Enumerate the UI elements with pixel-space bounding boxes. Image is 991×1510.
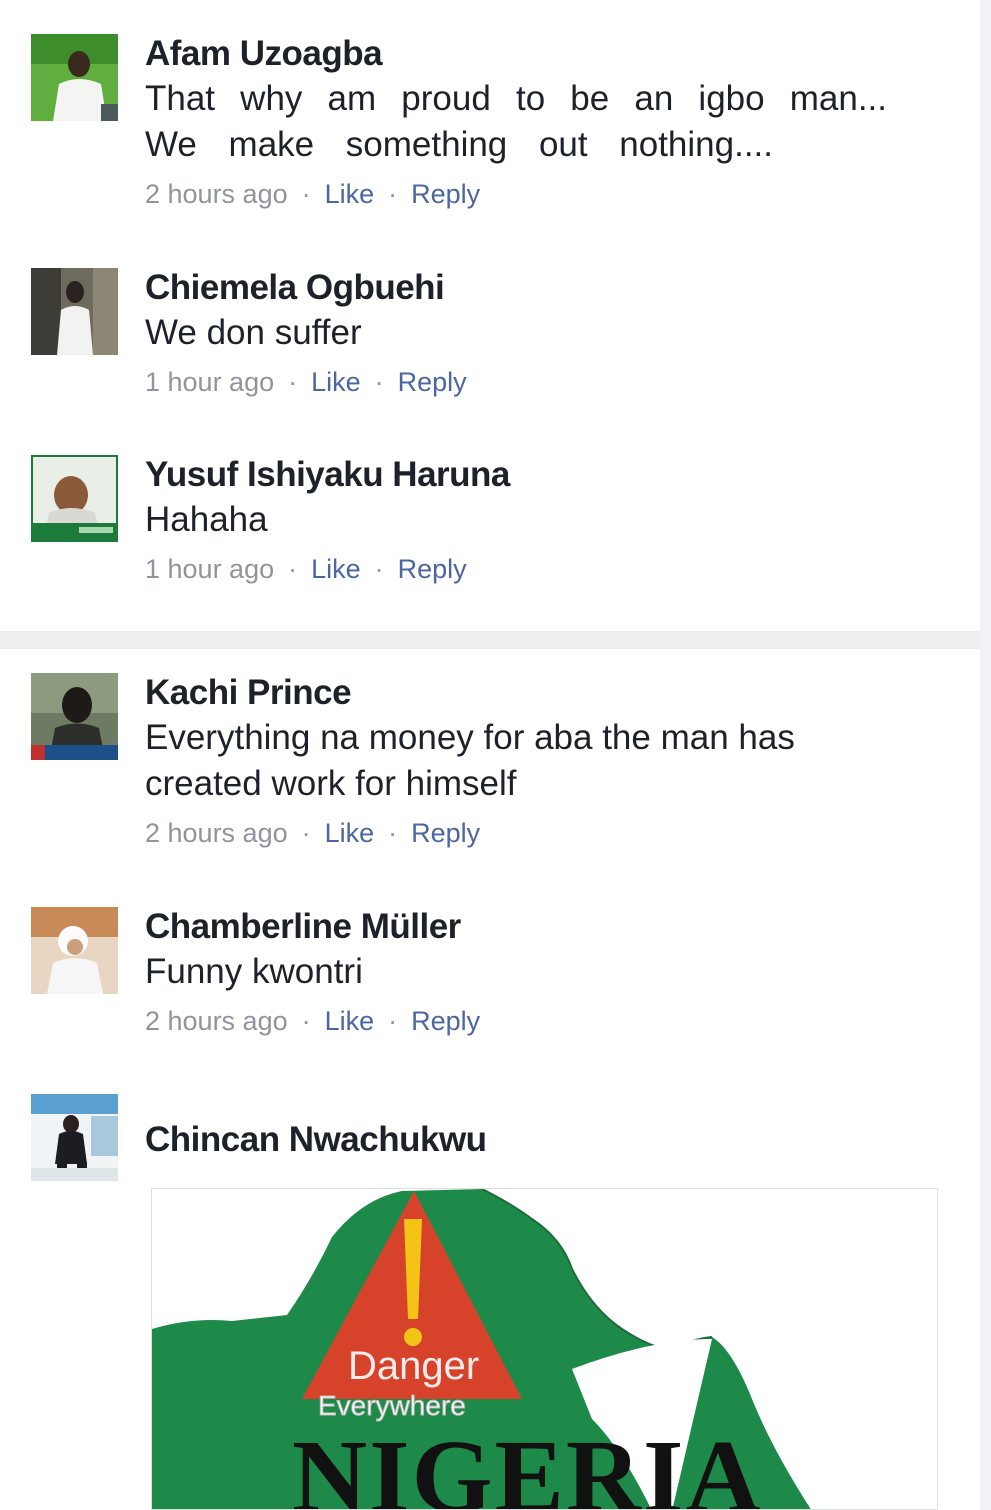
like-link[interactable]: Like [325,1006,375,1036]
comment-text: Hahaha [145,500,268,539]
comment-meta: 1 hour ago · Like · Reply [145,366,945,398]
dot-separator-icon: · [374,367,384,397]
avatar[interactable] [31,34,118,121]
everywhere-text: Everywhere [318,1390,466,1421]
like-link[interactable]: Like [311,554,361,584]
comment-attachment-image[interactable]: Danger Everywhere NIGERIA [151,1188,938,1510]
reply-link[interactable]: Reply [398,367,467,397]
like-link[interactable]: Like [325,179,375,209]
comment-text-line: Everything na money for aba the man has [145,718,795,757]
comment-text: Funny kwontri [145,952,363,991]
comment-author[interactable]: Chincan Nwachukwu [145,1120,945,1160]
comment-author[interactable]: Afam Uzoagba [145,34,945,74]
comment-author[interactable]: Chiemela Ogbuehi [145,268,945,308]
dot-separator-icon: · [301,1006,311,1036]
nigeria-text: NIGERIA [292,1419,763,1510]
comment-time[interactable]: 2 hours ago [145,1006,288,1036]
comment-author[interactable]: Yusuf Ishiyaku Haruna [145,455,945,495]
comment-text-line: We make something out nothing.... [145,125,773,164]
comment-time[interactable]: 1 hour ago [145,367,274,397]
reply-link[interactable]: Reply [398,554,467,584]
avatar[interactable] [31,907,118,994]
reply-link[interactable]: Reply [411,818,480,848]
comment-time[interactable]: 2 hours ago [145,818,288,848]
dot-separator-icon: · [388,818,398,848]
avatar[interactable] [31,1094,118,1181]
comment-text: We don suffer [145,313,362,352]
section-divider [0,631,980,649]
like-link[interactable]: Like [325,818,375,848]
like-link[interactable]: Like [311,367,361,397]
dot-separator-icon: · [301,818,311,848]
comment-meta: 2 hours ago · Like · Reply [145,817,945,849]
comment-text: That why am proud to be an igbo man... W… [145,76,887,168]
dot-separator-icon: · [388,179,398,209]
comment-author[interactable]: Chamberline Müller [145,907,945,947]
dot-separator-icon: · [288,554,298,584]
comment-time[interactable]: 2 hours ago [145,179,288,209]
comment-time[interactable]: 1 hour ago [145,554,274,584]
reply-link[interactable]: Reply [411,1006,480,1036]
comment-text-line: That why am proud to be an igbo man... [145,79,887,118]
dot-separator-icon: · [374,554,384,584]
avatar[interactable] [31,268,118,355]
comment-meta: 2 hours ago · Like · Reply [145,178,945,210]
comment-text: Everything na money for aba the man has … [145,715,945,807]
reply-link[interactable]: Reply [411,179,480,209]
avatar[interactable] [31,673,118,760]
comment-meta: 1 hour ago · Like · Reply [145,553,945,585]
comment-text-line: created work for himself [145,764,517,803]
page-right-edge [980,0,991,1510]
comment-author[interactable]: Kachi Prince [145,673,945,713]
danger-text: Danger [348,1344,479,1388]
dot-separator-icon: · [388,1006,398,1036]
dot-separator-icon: · [301,179,311,209]
dot-separator-icon: · [288,367,298,397]
avatar[interactable] [31,455,118,542]
comment-meta: 2 hours ago · Like · Reply [145,1005,945,1037]
